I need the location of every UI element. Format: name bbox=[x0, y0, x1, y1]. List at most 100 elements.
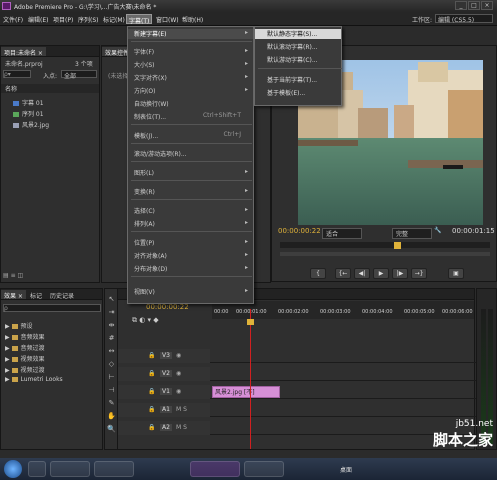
effects-folder[interactable]: ▶ Lumetri Looks bbox=[5, 376, 63, 383]
menu-project[interactable]: 项目(P) bbox=[51, 14, 75, 24]
zoom-tool-icon[interactable]: 🔍 bbox=[107, 425, 116, 434]
step-forward-button[interactable]: |▶ bbox=[392, 268, 408, 279]
export-frame-button[interactable]: ▣ bbox=[448, 268, 464, 279]
pen-tool-icon[interactable]: ✎ bbox=[107, 399, 116, 408]
submenu-default-still[interactable]: 默认静态字幕(S)... bbox=[255, 29, 341, 39]
menu-help[interactable]: 帮助(H) bbox=[180, 14, 205, 24]
menu-window[interactable]: 窗口(W) bbox=[154, 14, 181, 24]
menu-edit[interactable]: 编辑(E) bbox=[26, 14, 50, 24]
wrench-icon[interactable]: 🔧 bbox=[434, 227, 441, 234]
menu-item-transform[interactable]: 变换(R) ▸ bbox=[128, 187, 253, 197]
menu-sequence[interactable]: 序列(S) bbox=[76, 14, 101, 24]
menu-item-tab-stops[interactable]: 制表位(T)... Ctrl+Shift+T bbox=[128, 112, 253, 122]
mark-in-button[interactable]: { bbox=[310, 268, 326, 279]
effects-folder[interactable]: ▶ 音频过渡 bbox=[5, 343, 45, 352]
rate-stretch-tool-icon[interactable]: ↔ bbox=[107, 347, 116, 356]
lock-icon[interactable]: 🔒 bbox=[148, 388, 155, 395]
menu-item-select[interactable]: 选择(C) ▸ bbox=[128, 206, 253, 216]
tab-markers[interactable]: 标记 bbox=[27, 290, 45, 300]
taskbar-premiere-icon[interactable] bbox=[190, 461, 240, 477]
start-button-icon[interactable] bbox=[4, 460, 22, 478]
entry-dropdown[interactable]: 全部 bbox=[61, 70, 97, 80]
submenu-based-on-template[interactable]: 基于模板(E)... bbox=[255, 88, 341, 98]
workspace-dropdown[interactable]: 编辑 (CS5.5) bbox=[435, 14, 493, 24]
menu-item-graphic[interactable]: 图形(L) ▸ bbox=[128, 168, 253, 178]
project-item[interactable]: 风景2.jpg bbox=[13, 120, 49, 129]
monitor-current-timecode[interactable]: 00:00:00:22 bbox=[278, 227, 321, 235]
slip-tool-icon[interactable]: ⊢ bbox=[107, 373, 116, 382]
track-header[interactable]: 🔒 V2 ◉ bbox=[118, 367, 210, 381]
timeline-toolbar-icons[interactable]: ⧉ ◐ ▾ ◆ bbox=[132, 316, 159, 325]
menu-item-new-title[interactable]: 新建字幕(E) ▸ bbox=[128, 29, 253, 39]
playhead-handle-icon[interactable] bbox=[247, 319, 254, 325]
selection-tool-icon[interactable]: ↖ bbox=[107, 295, 116, 304]
submenu-based-on-current[interactable]: 基于当前字幕(T)... bbox=[255, 75, 341, 85]
timeline-playhead[interactable] bbox=[250, 309, 251, 449]
taskbar-desktop-label[interactable]: 桌面 bbox=[340, 465, 352, 474]
effects-folder[interactable]: ▶ 音频效果 bbox=[5, 332, 45, 341]
eye-icon[interactable]: ◉ bbox=[176, 388, 181, 395]
lock-icon[interactable]: 🔒 bbox=[148, 352, 155, 359]
razor-tool-icon[interactable]: ◇ bbox=[107, 360, 116, 369]
mute-icon[interactable]: M S bbox=[176, 424, 187, 431]
go-to-out-button[interactable]: →} bbox=[411, 268, 427, 279]
eye-icon[interactable]: ◉ bbox=[176, 352, 181, 359]
menu-item-roll-crawl[interactable]: 滚动/游动选项(R)... bbox=[128, 149, 253, 159]
menu-marker[interactable]: 标记(M) bbox=[101, 14, 127, 24]
submenu-default-roll[interactable]: 默认滚动字幕(R)... bbox=[255, 42, 341, 52]
project-item[interactable]: 序列 01 bbox=[13, 109, 44, 118]
menu-item-position[interactable]: 位置(P) ▸ bbox=[128, 238, 253, 248]
go-to-in-button[interactable]: {← bbox=[335, 268, 351, 279]
zoom-bar[interactable] bbox=[280, 252, 490, 256]
menu-item-orientation[interactable]: 方向(O) ▸ bbox=[128, 86, 253, 96]
project-item[interactable]: 字幕 01 bbox=[13, 98, 44, 107]
fit-dropdown[interactable]: 适合 bbox=[322, 228, 362, 239]
column-header-name[interactable]: 名称 bbox=[1, 84, 99, 93]
maximize-button[interactable]: □ bbox=[468, 1, 480, 10]
effects-folder[interactable]: ▶ 视频效果 bbox=[5, 354, 45, 363]
tab-history[interactable]: 历史记录 bbox=[47, 290, 77, 300]
menu-title[interactable]: 字幕(T) bbox=[126, 14, 153, 25]
menu-item-font[interactable]: 字体(F) ▸ bbox=[128, 47, 253, 57]
step-back-button[interactable]: ◀| bbox=[354, 268, 370, 279]
effects-search-input[interactable]: ρ bbox=[3, 304, 101, 312]
lock-icon[interactable]: 🔒 bbox=[148, 406, 155, 413]
menu-item-arrange[interactable]: 排列(A) ▸ bbox=[128, 219, 253, 229]
menu-file[interactable]: 文件(F) bbox=[1, 14, 25, 24]
taskbar-app-icon[interactable] bbox=[28, 461, 46, 477]
lock-icon[interactable]: 🔒 bbox=[148, 370, 155, 377]
track-select-tool-icon[interactable]: ⇥ bbox=[107, 308, 116, 317]
rolling-edit-tool-icon[interactable]: # bbox=[107, 334, 116, 343]
menu-item-size[interactable]: 大小(S) ▸ bbox=[128, 60, 253, 70]
track-header[interactable]: 🔒 V3 ◉ bbox=[118, 349, 210, 363]
submenu-default-crawl[interactable]: 默认游动字幕(C)... bbox=[255, 55, 341, 65]
timeline-clip[interactable]: 风景2.jpg [不] bbox=[212, 386, 280, 398]
track-header[interactable]: 🔒 A2 M S bbox=[118, 421, 210, 435]
playhead-marker-icon[interactable] bbox=[394, 242, 401, 249]
hand-tool-icon[interactable]: ✋ bbox=[107, 412, 116, 421]
quality-dropdown[interactable]: 完整 bbox=[392, 228, 432, 239]
taskbar-app-icon[interactable] bbox=[50, 461, 90, 477]
menu-item-view[interactable]: 视图(V) ▸ bbox=[128, 287, 253, 297]
tab-project[interactable]: 项目:未命名 × bbox=[1, 47, 46, 57]
menu-item-text-align[interactable]: 文字对齐(X) ▸ bbox=[128, 73, 253, 83]
close-button[interactable]: × bbox=[481, 1, 493, 10]
taskbar-app-icon[interactable] bbox=[94, 461, 134, 477]
lock-icon[interactable]: 🔒 bbox=[148, 424, 155, 431]
slide-tool-icon[interactable]: ⊣ bbox=[107, 386, 116, 395]
mute-icon[interactable]: M S bbox=[176, 406, 187, 413]
menu-item-word-wrap[interactable]: 自动换行(W) bbox=[128, 99, 253, 109]
tab-effects[interactable]: 效果 × bbox=[1, 290, 26, 300]
eye-icon[interactable]: ◉ bbox=[176, 370, 181, 377]
ripple-edit-tool-icon[interactable]: ⇹ bbox=[107, 321, 116, 330]
timeline-timecode[interactable]: 00:00:00:22 bbox=[146, 303, 189, 311]
monitor-scrubber[interactable] bbox=[280, 242, 490, 248]
search-input[interactable]: ρ▾ bbox=[3, 70, 31, 78]
menu-item-templates[interactable]: 模板(J)... Ctrl+J bbox=[128, 131, 253, 141]
play-button[interactable]: ▶ bbox=[373, 268, 389, 279]
effects-folder[interactable]: ▶ 视频过渡 bbox=[5, 365, 45, 374]
track-header[interactable]: 🔒 V1 ◉ bbox=[118, 385, 210, 399]
minimize-button[interactable]: _ bbox=[455, 1, 467, 10]
taskbar-app-icon[interactable] bbox=[244, 461, 284, 477]
menu-item-align-objects[interactable]: 对齐对象(A) ▸ bbox=[128, 251, 253, 261]
